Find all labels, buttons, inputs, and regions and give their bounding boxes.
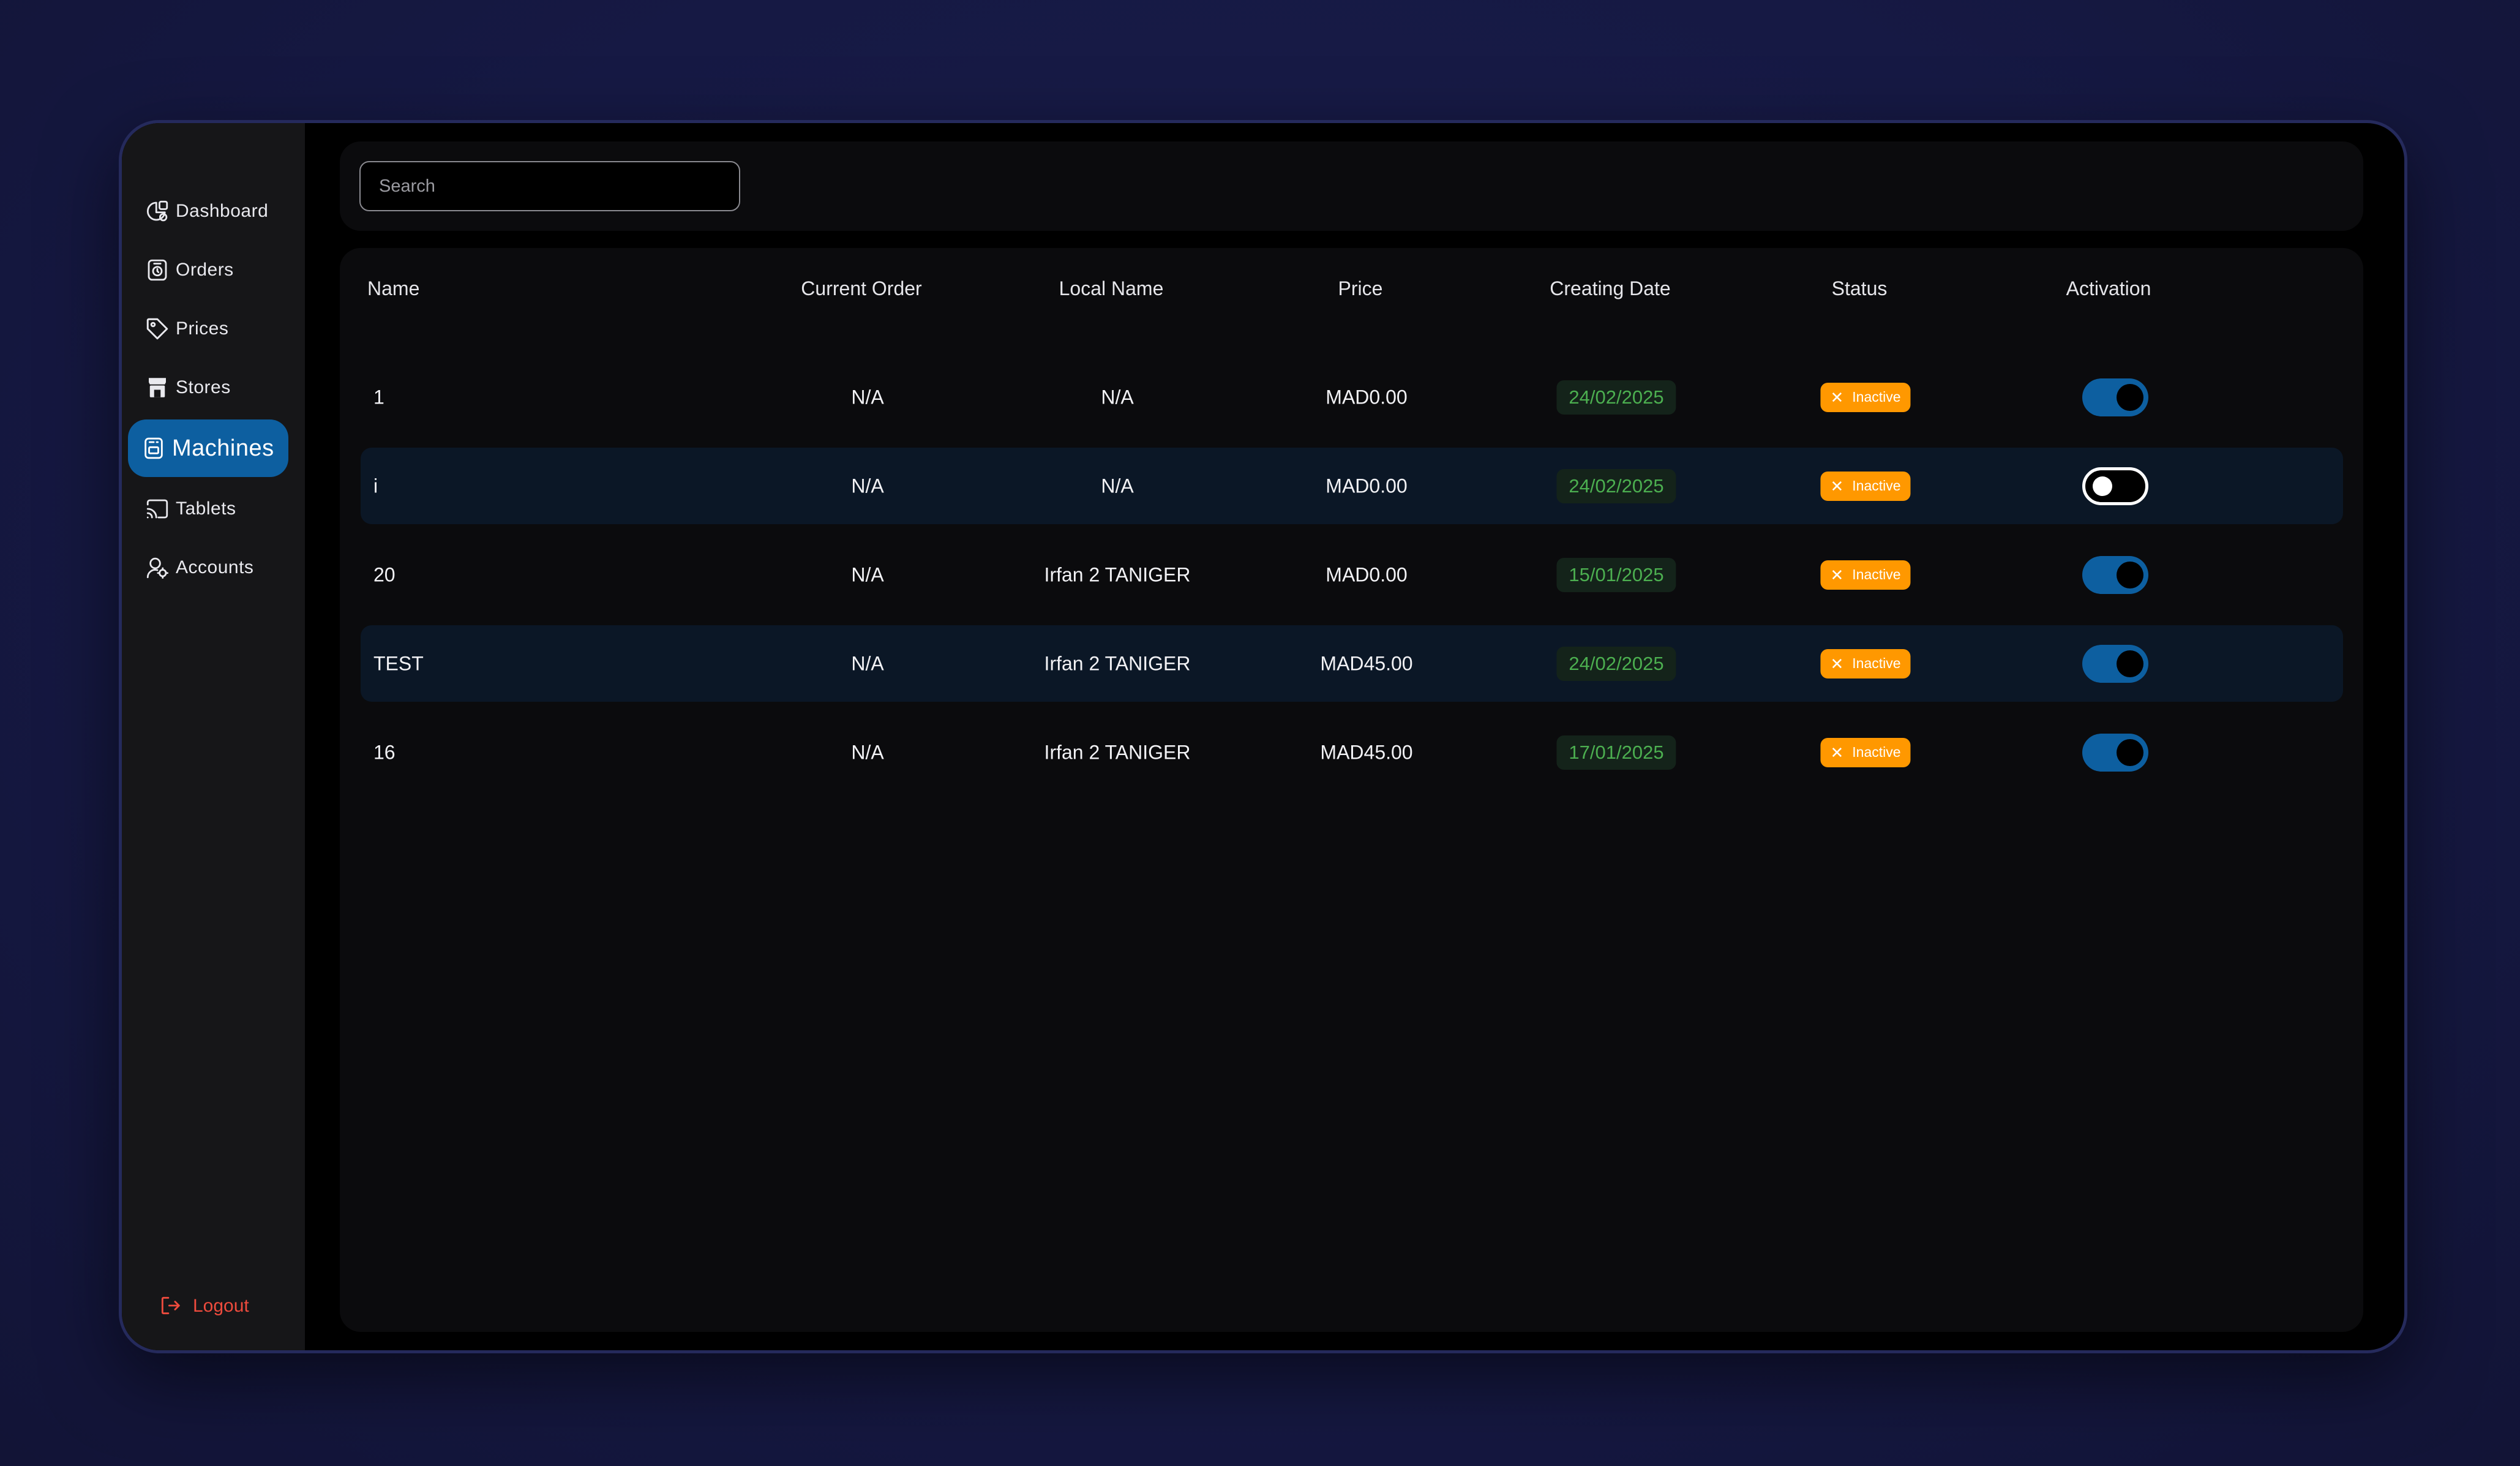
cell-name: 16 <box>373 741 396 763</box>
cell-creating-date: 24/02/2025 <box>1556 468 1676 503</box>
toggle-knob <box>2117 561 2143 588</box>
activation-toggle[interactable] <box>2082 733 2148 772</box>
cell-current-order: N/A <box>851 563 884 585</box>
cell-current-order: N/A <box>851 475 884 497</box>
sidebar: Dashboard Orders Prices Stores Machines … <box>122 123 305 1350</box>
cell-local-name: N/A <box>1101 386 1134 408</box>
table-header: Name Current Order Local Name Price Crea… <box>340 248 2363 328</box>
toggle-knob <box>2117 739 2143 766</box>
status-label: Inactive <box>1852 478 1901 494</box>
tablet-cast-icon <box>144 495 171 522</box>
toggle-knob <box>2117 650 2143 677</box>
column-header-creating-date: Creating Date <box>1550 277 1671 299</box>
orders-icon <box>144 257 171 284</box>
toggle-knob <box>2093 476 2112 496</box>
logout-icon <box>159 1294 183 1318</box>
cell-name: i <box>373 475 378 497</box>
toggle-knob <box>2117 383 2143 411</box>
accounts-icon <box>144 554 171 581</box>
logout-label: Logout <box>193 1296 249 1316</box>
close-icon: ✕ <box>1830 476 1844 495</box>
cell-price: MAD45.00 <box>1320 741 1413 763</box>
table-row[interactable]: 20 N/A Irfan 2 TANIGER MAD0.00 15/01/202… <box>361 536 2343 613</box>
status-badge: ✕ Inactive <box>1820 648 1911 678</box>
close-icon: ✕ <box>1830 743 1844 762</box>
column-header-local-name: Local Name <box>1059 277 1164 299</box>
close-icon: ✕ <box>1830 565 1844 584</box>
activation-toggle[interactable] <box>2082 467 2148 505</box>
cell-price: MAD0.00 <box>1326 386 1408 408</box>
column-header-status: Status <box>1831 277 1888 299</box>
cell-creating-date: 24/02/2025 <box>1556 380 1676 415</box>
cell-current-order: N/A <box>851 386 884 408</box>
sidebar-item-label: Dashboard <box>176 201 269 221</box>
sidebar-item-label: Machines <box>172 435 274 461</box>
search-input[interactable] <box>359 161 740 211</box>
sidebar-item-accounts[interactable]: Accounts <box>128 538 293 597</box>
sidebar-item-label: Accounts <box>176 557 254 577</box>
sidebar-item-stores[interactable]: Stores <box>128 358 293 417</box>
cell-local-name: N/A <box>1101 475 1134 497</box>
cell-name: TEST <box>373 652 424 674</box>
column-header-price: Price <box>1338 277 1383 299</box>
status-label: Inactive <box>1852 655 1901 671</box>
sidebar-item-dashboard[interactable]: Dashboard <box>128 182 293 241</box>
dashboard-icon <box>144 198 171 225</box>
cell-name: 1 <box>373 386 384 408</box>
close-icon: ✕ <box>1830 654 1844 673</box>
column-header-name: Name <box>367 277 420 299</box>
status-badge: ✕ Inactive <box>1820 737 1911 767</box>
cell-creating-date: 17/01/2025 <box>1556 735 1676 770</box>
table-row[interactable]: TEST N/A Irfan 2 TANIGER MAD45.00 24/02/… <box>361 625 2343 702</box>
cell-current-order: N/A <box>851 741 884 763</box>
sidebar-item-tablets[interactable]: Tablets <box>128 479 293 538</box>
status-badge: ✕ Inactive <box>1820 471 1911 501</box>
activation-toggle[interactable] <box>2082 555 2148 594</box>
price-tag-icon <box>144 315 171 342</box>
cell-name: 20 <box>373 563 396 585</box>
cell-creating-date: 15/01/2025 <box>1556 557 1676 592</box>
cell-price: MAD0.00 <box>1326 475 1408 497</box>
sidebar-item-label: Orders <box>176 260 234 280</box>
sidebar-item-label: Prices <box>176 318 229 339</box>
app-window: Dashboard Orders Prices Stores Machines … <box>119 120 2407 1353</box>
store-icon <box>144 374 171 401</box>
close-icon: ✕ <box>1830 388 1844 407</box>
table-row[interactable]: 1 N/A N/A MAD0.00 24/02/2025 ✕ Inactive <box>361 359 2343 435</box>
status-label: Inactive <box>1852 744 1901 760</box>
sidebar-nav: Dashboard Orders Prices Stores Machines … <box>128 182 293 597</box>
cell-current-order: N/A <box>851 652 884 674</box>
status-badge: ✕ Inactive <box>1820 382 1911 412</box>
search-panel <box>340 141 2363 231</box>
cell-local-name: Irfan 2 TANIGER <box>1044 563 1191 585</box>
cell-creating-date: 24/02/2025 <box>1556 646 1676 681</box>
sidebar-item-label: Tablets <box>176 498 236 519</box>
machine-icon <box>140 435 167 462</box>
cell-price: MAD45.00 <box>1320 652 1413 674</box>
cell-local-name: Irfan 2 TANIGER <box>1044 652 1191 674</box>
logout-button[interactable]: Logout <box>159 1294 249 1318</box>
sidebar-item-prices[interactable]: Prices <box>128 299 293 358</box>
machines-table: Name Current Order Local Name Price Crea… <box>340 248 2363 1332</box>
status-badge: ✕ Inactive <box>1820 560 1911 590</box>
status-label: Inactive <box>1852 389 1901 405</box>
table-row[interactable]: 16 N/A Irfan 2 TANIGER MAD45.00 17/01/20… <box>361 714 2343 791</box>
sidebar-item-label: Stores <box>176 377 231 397</box>
sidebar-item-orders[interactable]: Orders <box>128 241 293 299</box>
column-header-current-order: Current Order <box>801 277 922 299</box>
sidebar-item-machines[interactable]: Machines <box>128 419 288 477</box>
cell-local-name: Irfan 2 TANIGER <box>1044 741 1191 763</box>
column-header-activation: Activation <box>2066 277 2151 299</box>
activation-toggle[interactable] <box>2082 644 2148 683</box>
status-label: Inactive <box>1852 566 1901 582</box>
activation-toggle[interactable] <box>2082 378 2148 416</box>
table-row[interactable]: i N/A N/A MAD0.00 24/02/2025 ✕ Inactive <box>361 448 2343 524</box>
cell-price: MAD0.00 <box>1326 563 1408 585</box>
